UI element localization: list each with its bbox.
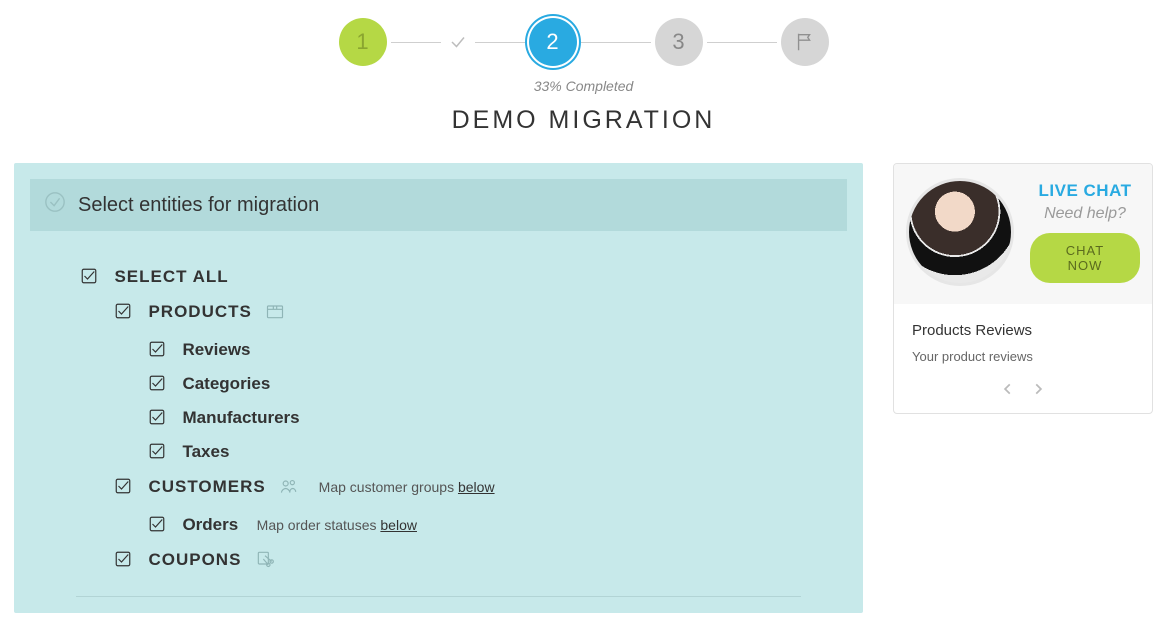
avatar [906, 178, 1014, 286]
row-orders[interactable]: Orders Map order statuses below [148, 515, 817, 535]
step-check-icon [449, 33, 467, 51]
coupons-label: COUPONS [148, 550, 241, 569]
checkbox-icon[interactable] [148, 374, 166, 392]
info-card-title: Products Reviews [912, 322, 1134, 339]
divider [76, 596, 801, 597]
stepper-progress-text: 33% Completed [0, 78, 1167, 94]
orders-map-note: Map order statuses below [257, 517, 417, 533]
chevron-left-icon[interactable] [1001, 382, 1015, 401]
page-title: DEMO MIGRATION [0, 106, 1167, 135]
sidebar: LIVE CHAT Need help? CHAT NOW Products R… [893, 163, 1153, 613]
row-manufacturers[interactable]: Manufacturers [148, 408, 817, 428]
checkbox-icon[interactable] [114, 550, 132, 568]
row-taxes[interactable]: Taxes [148, 442, 817, 462]
live-chat-subtitle: Need help? [1030, 205, 1140, 223]
checkbox-icon[interactable] [114, 302, 132, 320]
map-note-text: Map order statuses [257, 517, 381, 533]
panel-header: Select entities for migration [30, 179, 847, 231]
orders-label: Orders [182, 515, 238, 534]
row-products[interactable]: PRODUCTS [114, 301, 817, 462]
step-2[interactable]: 2 [529, 18, 577, 66]
step-3[interactable]: 3 [655, 18, 703, 66]
chat-now-button[interactable]: CHAT NOW [1030, 233, 1140, 283]
row-customers[interactable]: CUSTOMERS Map customer groups below [114, 476, 817, 535]
row-select-all[interactable]: SELECT ALL PRODUCTS [80, 267, 817, 574]
checkbox-icon[interactable] [148, 442, 166, 460]
live-chat-title: LIVE CHAT [1030, 181, 1140, 201]
select-all-label: SELECT ALL [114, 267, 228, 286]
map-note-text: Map customer groups [319, 479, 458, 495]
chevron-right-icon[interactable] [1031, 382, 1045, 401]
row-coupons[interactable]: COUPONS [114, 549, 817, 574]
customers-label: CUSTOMERS [148, 477, 265, 496]
reviews-label: Reviews [182, 340, 250, 359]
step-connector [581, 42, 651, 43]
entities-panel: Select entities for migration SELECT ALL [14, 163, 863, 613]
stepper: 1 2 3 33% Completed DEMO MIGRATION [0, 0, 1167, 135]
map-order-statuses-link[interactable]: below [380, 517, 417, 533]
users-icon [278, 476, 300, 501]
customers-map-note: Map customer groups below [319, 479, 495, 495]
checkbox-icon[interactable] [148, 408, 166, 426]
row-categories[interactable]: Categories [148, 374, 817, 394]
checkbox-icon[interactable] [114, 477, 132, 495]
check-circle-icon [44, 191, 66, 219]
box-icon [264, 301, 286, 326]
map-customer-groups-link[interactable]: below [458, 479, 495, 495]
step-finish[interactable] [781, 18, 829, 66]
panel-header-title: Select entities for migration [78, 194, 319, 217]
info-card-text: Your product reviews [912, 349, 1134, 364]
categories-label: Categories [182, 374, 270, 393]
manufacturers-label: Manufacturers [182, 408, 299, 427]
taxes-label: Taxes [182, 442, 229, 461]
checkbox-icon[interactable] [148, 340, 166, 358]
checkbox-icon[interactable] [148, 515, 166, 533]
live-chat-widget: LIVE CHAT Need help? CHAT NOW Products R… [893, 163, 1153, 414]
step-1[interactable]: 1 [339, 18, 387, 66]
step-connector [475, 42, 525, 43]
scissors-icon [254, 549, 276, 574]
entity-tree: SELECT ALL PRODUCTS [30, 231, 847, 574]
step-connector [391, 42, 441, 43]
step-connector [707, 42, 777, 43]
products-label: PRODUCTS [148, 302, 251, 321]
checkbox-icon[interactable] [80, 267, 98, 285]
row-reviews[interactable]: Reviews [148, 340, 817, 360]
